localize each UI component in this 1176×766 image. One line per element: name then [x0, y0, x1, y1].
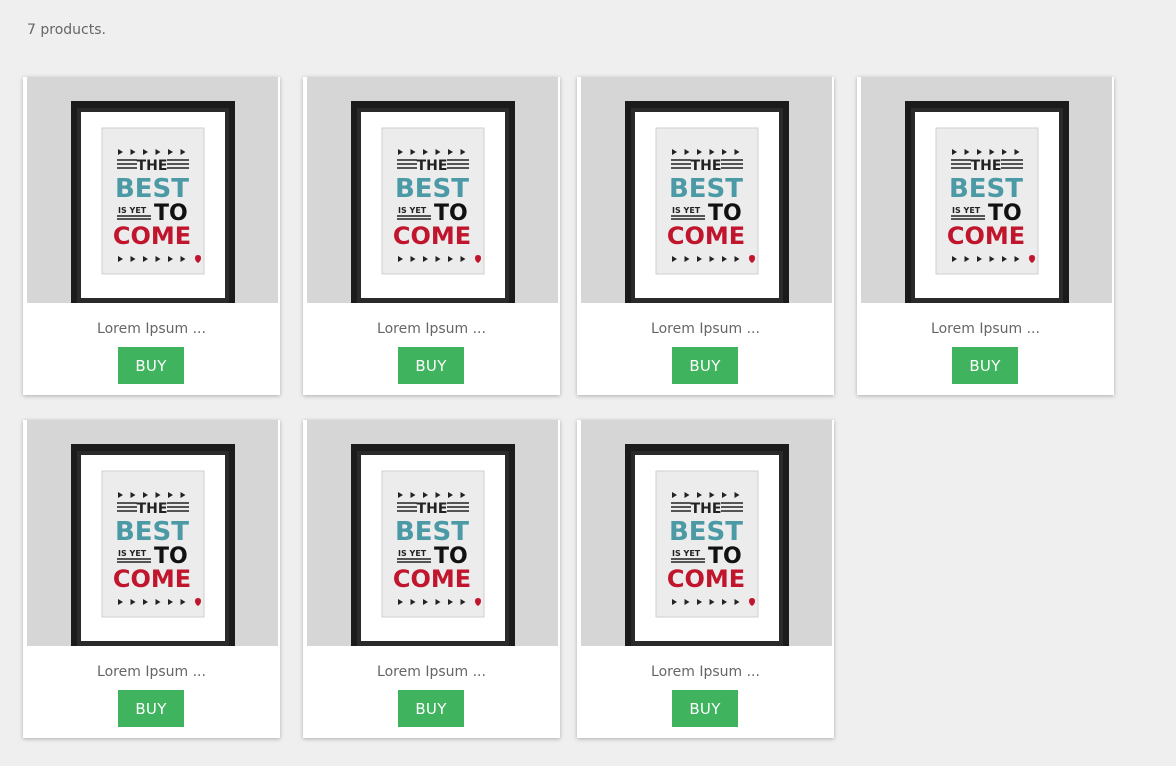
svg-text:BEST: BEST [115, 517, 189, 547]
svg-text:BEST: BEST [669, 517, 743, 547]
buy-button[interactable]: BUY [398, 690, 464, 727]
product-card[interactable]: THE BEST IS YET TO COME Lorem Ipsum ... … [577, 77, 834, 395]
buy-button[interactable]: BUY [672, 690, 738, 727]
product-card[interactable]: THE BEST IS YET TO COME Lorem Ipsum ... … [303, 420, 560, 738]
svg-text:THE: THE [137, 501, 168, 517]
svg-text:IS YET: IS YET [398, 206, 427, 215]
svg-text:COME: COME [393, 565, 471, 593]
product-card[interactable]: THE BEST IS YET TO COME Lorem Ipsum ... … [23, 420, 280, 738]
product-card[interactable]: THE BEST IS YET TO COME Lorem Ipsum ... … [577, 420, 834, 738]
product-image[interactable]: THE BEST IS YET TO COME [581, 420, 832, 646]
svg-text:BEST: BEST [395, 174, 469, 204]
buy-button[interactable]: BUY [118, 690, 184, 727]
product-name[interactable]: Lorem Ipsum ... [577, 321, 834, 337]
svg-text:THE: THE [137, 158, 168, 174]
buy-button[interactable]: BUY [672, 347, 738, 384]
product-card[interactable]: THE BEST IS YET TO COME Lorem Ipsum ... … [857, 77, 1114, 395]
svg-text:IS YET: IS YET [672, 549, 701, 558]
svg-text:COME: COME [947, 222, 1025, 250]
svg-text:IS YET: IS YET [118, 206, 147, 215]
product-image[interactable]: THE BEST IS YET TO COME [307, 77, 558, 303]
product-card[interactable]: THE BEST IS YET TO COME Lorem Ipsum ... … [23, 77, 280, 395]
product-image[interactable]: THE BEST IS YET TO COME [581, 77, 832, 303]
svg-text:IS YET: IS YET [398, 549, 427, 558]
svg-text:THE: THE [691, 158, 722, 174]
svg-text:COME: COME [667, 222, 745, 250]
svg-text:THE: THE [417, 501, 448, 517]
product-name[interactable]: Lorem Ipsum ... [577, 664, 834, 680]
product-name[interactable]: Lorem Ipsum ... [23, 321, 280, 337]
product-name[interactable]: Lorem Ipsum ... [857, 321, 1114, 337]
product-image[interactable]: THE BEST IS YET TO COME [27, 77, 278, 303]
svg-text:THE: THE [691, 501, 722, 517]
svg-text:BEST: BEST [669, 174, 743, 204]
product-image[interactable]: THE BEST IS YET TO COME [27, 420, 278, 646]
product-card[interactable]: THE BEST IS YET TO COME Lorem Ipsum ... … [303, 77, 560, 395]
svg-text:BEST: BEST [395, 517, 469, 547]
svg-text:BEST: BEST [115, 174, 189, 204]
svg-text:BEST: BEST [949, 174, 1023, 204]
svg-text:THE: THE [417, 158, 448, 174]
svg-text:IS YET: IS YET [672, 206, 701, 215]
product-image[interactable]: THE BEST IS YET TO COME [861, 77, 1112, 303]
svg-text:THE: THE [971, 158, 1002, 174]
svg-text:COME: COME [113, 222, 191, 250]
svg-text:COME: COME [113, 565, 191, 593]
svg-text:COME: COME [393, 222, 471, 250]
product-name[interactable]: Lorem Ipsum ... [23, 664, 280, 680]
buy-button[interactable]: BUY [952, 347, 1018, 384]
buy-button[interactable]: BUY [398, 347, 464, 384]
svg-text:COME: COME [667, 565, 745, 593]
product-name[interactable]: Lorem Ipsum ... [303, 664, 560, 680]
svg-text:IS YET: IS YET [118, 549, 147, 558]
product-image[interactable]: THE BEST IS YET TO COME [307, 420, 558, 646]
buy-button[interactable]: BUY [118, 347, 184, 384]
product-name[interactable]: Lorem Ipsum ... [303, 321, 560, 337]
product-count: 7 products. [27, 22, 106, 38]
svg-text:IS YET: IS YET [952, 206, 981, 215]
